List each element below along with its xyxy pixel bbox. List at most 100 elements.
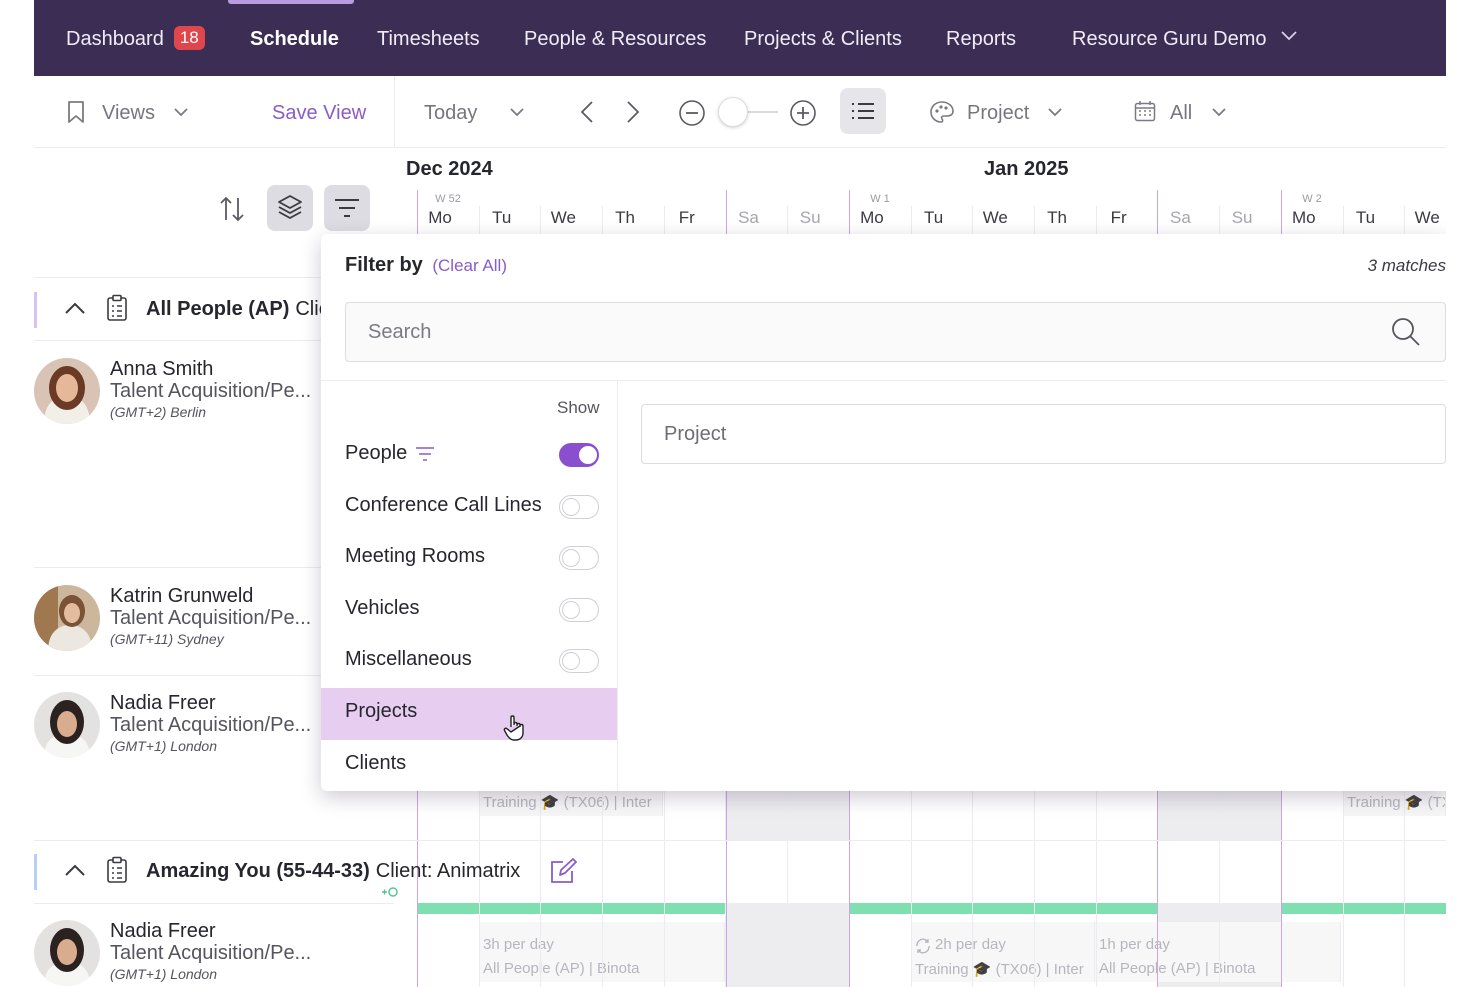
- vehicles-show-toggle[interactable]: [559, 598, 599, 622]
- filter-type-clients[interactable]: Clients: [321, 740, 617, 792]
- clear-all-link[interactable]: (Clear All): [432, 256, 507, 275]
- collapse-icon[interactable]: [64, 301, 86, 315]
- bookmark-icon: [68, 101, 84, 123]
- filter-title: Filter by (Clear All): [345, 254, 507, 277]
- filter-type-miscellaneous[interactable]: Miscellaneous: [321, 636, 617, 688]
- day-label: Mo: [1291, 208, 1316, 227]
- day-label: Su: [799, 208, 821, 227]
- active-tab-indicator: [228, 0, 354, 4]
- divider: [34, 840, 1446, 841]
- resource-timezone: (GMT+1) London: [110, 738, 217, 754]
- chevron-down-icon[interactable]: [174, 108, 188, 117]
- day-label: Su: [1231, 208, 1253, 227]
- column-line: [1034, 206, 1035, 234]
- column-line: [1281, 190, 1282, 234]
- add-dot-icon[interactable]: [381, 886, 399, 898]
- save-view-button[interactable]: Save View: [272, 100, 366, 126]
- filter-search-box: [345, 302, 1446, 362]
- people-show-toggle[interactable]: [559, 443, 599, 467]
- booking-label: Training 🎓 (TX: [1347, 794, 1446, 811]
- zoom-in-icon[interactable]: [789, 99, 817, 127]
- chevron-down-icon[interactable]: [510, 108, 524, 117]
- search-icon[interactable]: [1391, 317, 1421, 347]
- sort-button[interactable]: [218, 195, 246, 228]
- chevron-down-icon: [1280, 31, 1297, 41]
- calendar-icon: [1134, 101, 1156, 122]
- booking-label: All People (AP) | Binota: [1099, 960, 1256, 977]
- calendar-header: Dec 2024 Jan 2025 W 52 W 1 W 2 Mo Tu We Th F…: [394, 148, 1446, 234]
- today-button[interactable]: Today: [424, 100, 477, 126]
- booking-block[interactable]: Training 🎓 (TX06) | Inter: [479, 790, 663, 816]
- zoom-slider-handle[interactable]: [718, 97, 748, 127]
- availability-bar: [417, 903, 725, 914]
- booking-block[interactable]: 2h per day Training 🎓 (TX06) | Inter: [911, 922, 1095, 982]
- previous-period-icon[interactable]: [580, 101, 594, 123]
- nav-reports[interactable]: Reports: [946, 26, 1016, 52]
- column-line: [1404, 206, 1405, 234]
- filter-type-label: Conference Call Lines: [345, 494, 542, 516]
- filter-active-icon: [416, 447, 434, 461]
- meeting-rooms-show-toggle[interactable]: [559, 546, 599, 570]
- recurring-icon: [916, 938, 930, 954]
- miscellaneous-show-toggle[interactable]: [559, 649, 599, 673]
- nav-dashboard[interactable]: Dashboard 18: [66, 26, 205, 52]
- column-line: [911, 206, 912, 234]
- toolbar-divider: [394, 76, 395, 148]
- conference-call-lines-show-toggle[interactable]: [559, 495, 599, 519]
- booking-hours: 3h per day: [483, 936, 554, 953]
- date-range-dropdown[interactable]: All: [1170, 100, 1192, 126]
- day-label: Th: [1047, 208, 1067, 227]
- resource-name: Anna Smith: [110, 358, 214, 380]
- availability-bar: [849, 903, 1157, 914]
- divider: [321, 380, 1446, 381]
- column-line: [1157, 190, 1158, 234]
- chevron-down-icon[interactable]: [1048, 108, 1062, 117]
- filter-icon: [335, 199, 359, 217]
- booking-label: Training 🎓 (TX06) | Inter: [483, 794, 652, 811]
- filter-type-projects[interactable]: Projects: [321, 688, 617, 740]
- zoom-out-icon[interactable]: [678, 99, 706, 127]
- next-period-icon[interactable]: [626, 101, 640, 123]
- nav-people-resources[interactable]: People & Resources: [524, 26, 706, 52]
- group-project-name: All People (AP): [146, 298, 290, 320]
- resource-name: Katrin Grunweld: [110, 585, 254, 607]
- nav-timesheets[interactable]: Timesheets: [377, 26, 480, 52]
- resource-role: Talent Acquisition/Pe...: [110, 380, 312, 402]
- booking-block[interactable]: 1h per day All People (AP) | Binota: [1095, 922, 1341, 982]
- day-label: Mo: [428, 208, 452, 227]
- toggle-knob: [562, 498, 580, 516]
- filter-type-label: People: [345, 442, 408, 464]
- account-menu[interactable]: Resource Guru Demo: [1072, 26, 1297, 52]
- views-dropdown[interactable]: Views: [102, 100, 155, 126]
- resource-role: Talent Acquisition/Pe...: [110, 607, 312, 629]
- filter-type-people[interactable]: People: [321, 430, 617, 482]
- day-label: Sa: [1169, 208, 1191, 227]
- filter-type-conference-call-lines[interactable]: Conference Call Lines: [321, 482, 617, 534]
- filter-field-text: Project: [664, 423, 727, 445]
- nav-projects-clients[interactable]: Projects & Clients: [744, 26, 902, 52]
- filter-project-field[interactable]: Project: [641, 404, 1446, 464]
- group-by-button[interactable]: [267, 185, 313, 231]
- nav-schedule[interactable]: Schedule: [250, 26, 339, 52]
- resource-timezone: (GMT+1) London: [110, 966, 217, 982]
- day-label: Mo: [860, 208, 884, 227]
- column-line: [602, 206, 603, 234]
- filter-type-label: Vehicles: [345, 597, 420, 619]
- chevron-down-icon[interactable]: [1212, 108, 1226, 117]
- color-by-dropdown[interactable]: Project: [967, 100, 1029, 126]
- filter-button[interactable]: [324, 185, 370, 231]
- hand-cursor-icon: [503, 715, 524, 741]
- booking-block[interactable]: Training 🎓 (TX: [1343, 790, 1446, 816]
- edit-icon[interactable]: [549, 858, 577, 884]
- filter-type-vehicles[interactable]: Vehicles: [321, 585, 617, 637]
- column-line: [1096, 206, 1097, 234]
- booking-label: Training 🎓 (TX06) | Inter: [915, 961, 1084, 978]
- list-view-button[interactable]: [840, 88, 886, 134]
- clipboard-icon: [107, 294, 127, 321]
- avatar: [34, 920, 100, 986]
- filter-type-meeting-rooms[interactable]: Meeting Rooms: [321, 533, 617, 585]
- collapse-icon[interactable]: [64, 863, 86, 877]
- filter-search-input[interactable]: [346, 303, 1445, 361]
- avatar: [34, 692, 100, 758]
- column-line: [972, 206, 973, 234]
